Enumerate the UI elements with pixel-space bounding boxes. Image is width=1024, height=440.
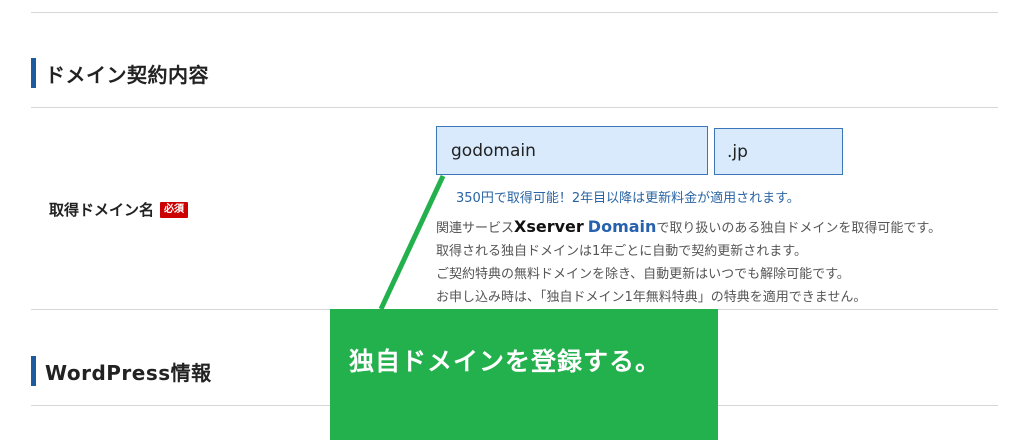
callout-text: 独自ドメインを登録する。 (349, 347, 662, 376)
callout-box: 独自ドメインを登録する。 (330, 309, 718, 440)
callout-pointer (378, 174, 446, 311)
